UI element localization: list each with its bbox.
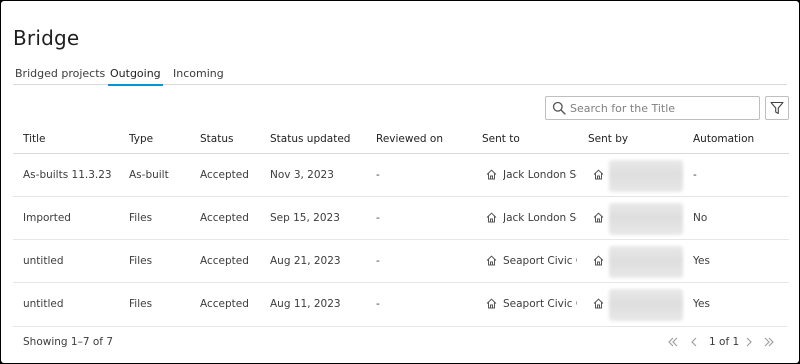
last-page-icon[interactable] (762, 335, 776, 349)
cell-type: Files (129, 298, 153, 310)
cell-sent-to: Jack London Square (503, 212, 577, 224)
cell-sent-to: Seaport Civic Center (503, 255, 577, 267)
showing-count: Showing 1–7 of 7 (23, 336, 113, 348)
cell-title: Imported (23, 212, 71, 224)
cell-type: Files (129, 212, 153, 224)
home-icon (486, 212, 497, 223)
filter-button[interactable] (765, 96, 789, 120)
cell-status: Accepted (200, 255, 249, 267)
tab-outgoing[interactable]: Outgoing (108, 67, 163, 86)
tab-incoming[interactable]: Incoming (173, 67, 224, 85)
home-icon (486, 298, 497, 309)
search-box (545, 96, 760, 120)
outgoing-table: Title Type Status Status updated Reviewe… (13, 125, 789, 326)
cell-automation: Yes (693, 298, 710, 310)
first-page-icon[interactable] (666, 335, 680, 349)
bridge-window: Bridge Bridged projects Outgoing Incomin… (1, 1, 799, 363)
cell-title: untitled (23, 298, 64, 310)
home-icon (593, 169, 604, 180)
cell-reviewed-on: - (376, 255, 380, 267)
sent-by-redacted (609, 289, 683, 321)
cell-automation: Yes (693, 255, 710, 267)
home-icon (486, 255, 497, 266)
table-row[interactable]: As-builts 11.3.23 As-built Accepted Nov … (13, 154, 789, 197)
filter-icon (770, 101, 784, 115)
cell-reviewed-on: - (376, 212, 380, 224)
cell-automation: - (693, 169, 697, 181)
cell-title: untitled (23, 255, 64, 267)
column-header-status[interactable]: Status (200, 133, 233, 145)
sent-by-redacted (609, 246, 683, 278)
cell-status: Accepted (200, 298, 249, 310)
cell-automation: No (693, 212, 708, 224)
cell-status: Accepted (200, 169, 249, 181)
table-row[interactable]: untitled Files Accepted Aug 21, 2023 - S… (13, 240, 789, 283)
next-page-icon[interactable] (742, 335, 756, 349)
column-header-automation[interactable]: Automation (693, 133, 754, 145)
cell-type: Files (129, 255, 153, 267)
cell-title: As-builts 11.3.23 (23, 169, 112, 181)
tab-bridged-projects[interactable]: Bridged projects (15, 67, 105, 85)
cell-sent-to: Seaport Civic Center (503, 298, 577, 310)
column-header-title[interactable]: Title (23, 133, 46, 145)
table-header: Title Type Status Status updated Reviewe… (13, 125, 789, 154)
home-icon (593, 212, 604, 223)
cell-type: As-built (129, 169, 169, 181)
page-title: Bridge (13, 26, 80, 50)
cell-status-updated: Sep 15, 2023 (270, 212, 340, 224)
cell-status-updated: Aug 11, 2023 (270, 298, 341, 310)
tab-bar: Bridged projects Outgoing Incoming (13, 67, 787, 86)
cell-status-updated: Aug 21, 2023 (270, 255, 341, 267)
home-icon (593, 255, 604, 266)
search-icon (552, 101, 566, 115)
table-row[interactable]: untitled Files Accepted Aug 11, 2023 - S… (13, 283, 789, 326)
page-indicator: 1 of 1 (709, 336, 740, 348)
home-icon (593, 298, 604, 309)
sent-by-redacted (609, 160, 683, 192)
previous-page-icon[interactable] (687, 335, 701, 349)
cell-sent-to: Jack London Square (503, 169, 577, 181)
column-header-reviewed-on[interactable]: Reviewed on (376, 133, 443, 145)
cell-status: Accepted (200, 212, 249, 224)
home-icon (486, 169, 497, 180)
cell-reviewed-on: - (376, 169, 380, 181)
footer-divider (13, 326, 787, 327)
column-header-sent-by[interactable]: Sent by (588, 133, 628, 145)
column-header-sent-to[interactable]: Sent to (482, 133, 520, 145)
column-header-type[interactable]: Type (129, 133, 153, 145)
table-row[interactable]: Imported Files Accepted Sep 15, 2023 - J… (13, 197, 789, 240)
cell-status-updated: Nov 3, 2023 (270, 169, 334, 181)
cell-reviewed-on: - (376, 298, 380, 310)
sent-by-redacted (609, 203, 683, 235)
column-header-status-updated[interactable]: Status updated (270, 133, 350, 145)
search-input[interactable] (570, 99, 755, 117)
